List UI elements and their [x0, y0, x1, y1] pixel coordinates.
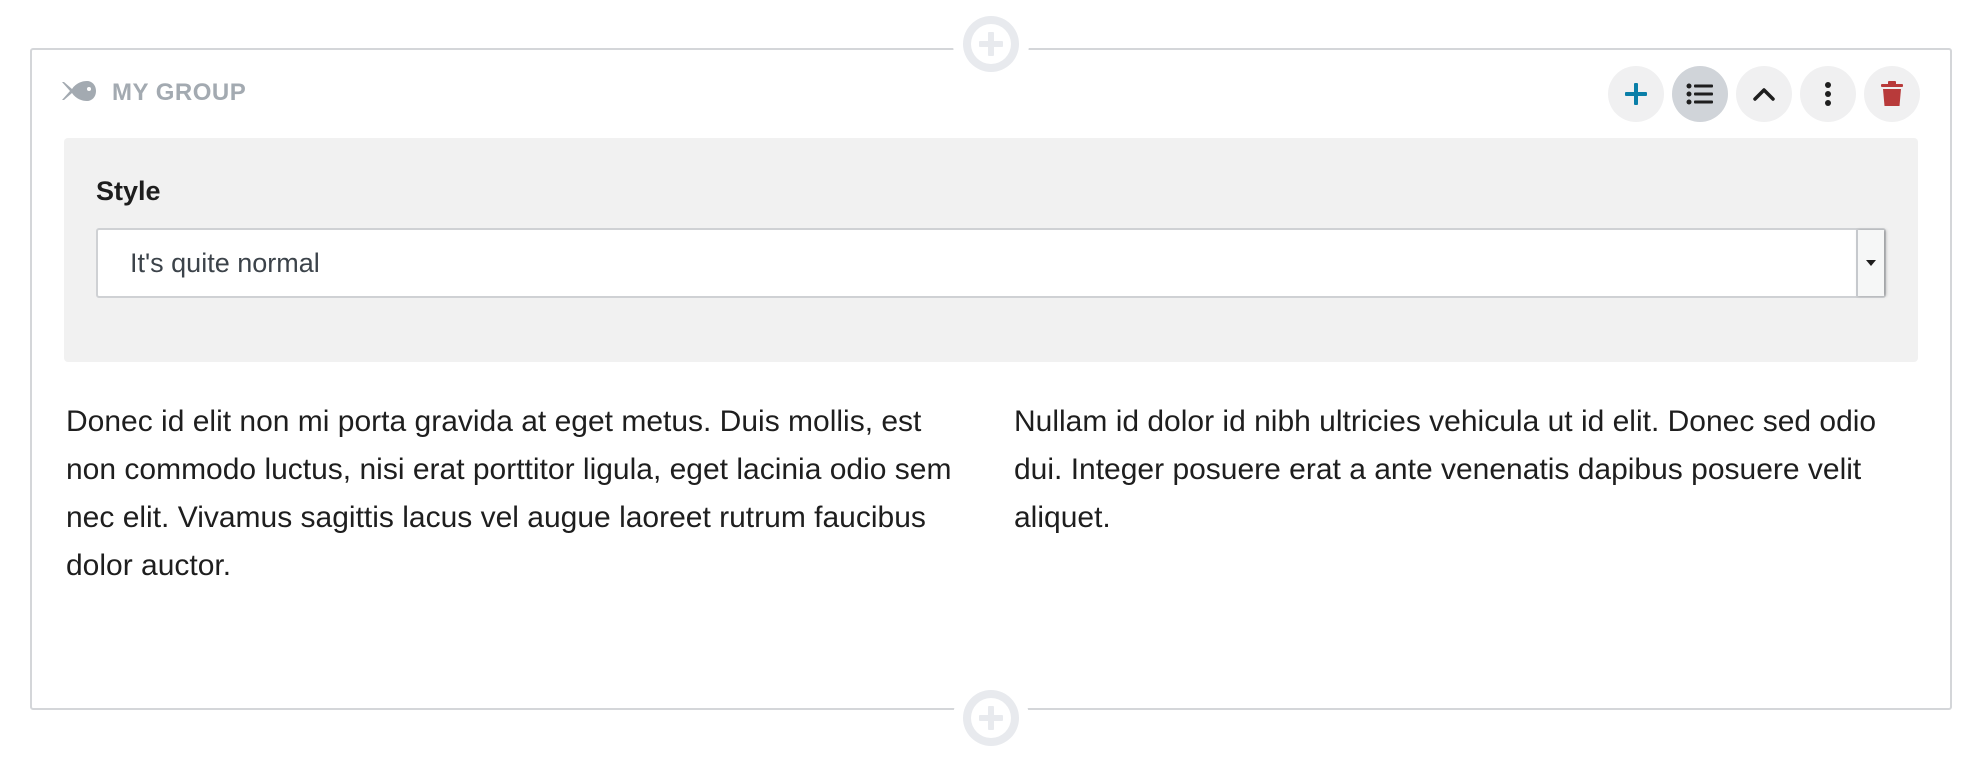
vertical-ellipsis-icon [1825, 82, 1831, 106]
page: MY GROUP Style It's quite normal Donec i… [0, 0, 1986, 764]
block-toolbar [1608, 66, 1920, 122]
caret-down-icon [1866, 260, 1876, 266]
style-field-label: Style [96, 176, 161, 206]
text-column-left: Donec id elit non mi porta gravida at eg… [66, 405, 952, 582]
group-settings-panel: Style It's quite normal [64, 138, 1918, 362]
list-icon [1686, 83, 1713, 105]
plus-icon [1625, 83, 1647, 105]
style-select-value: It's quite normal [130, 248, 320, 278]
delete-button[interactable] [1864, 66, 1920, 122]
content-columns: Donec id elit non mi porta gravida at eg… [66, 398, 1902, 590]
collapse-button[interactable] [1736, 66, 1792, 122]
more-options-button[interactable] [1800, 66, 1856, 122]
select-dropdown-toggle[interactable] [1856, 230, 1884, 296]
plus-circle-icon [971, 24, 1011, 64]
fish-icon [62, 79, 96, 108]
add-button[interactable] [1608, 66, 1664, 122]
insert-block-above-button[interactable] [963, 16, 1019, 72]
group-title: MY GROUP [112, 79, 247, 106]
group-header: MY GROUP [62, 76, 246, 110]
chevron-up-icon [1753, 88, 1775, 101]
style-select[interactable]: It's quite normal [96, 228, 1886, 298]
text-column-right: Nullam id dolor id nibh ultricies vehicu… [1014, 405, 1877, 534]
trash-icon [1881, 81, 1903, 106]
insert-block-below-button[interactable] [963, 690, 1019, 746]
list-view-button[interactable] [1672, 66, 1728, 122]
plus-circle-icon [971, 698, 1011, 738]
